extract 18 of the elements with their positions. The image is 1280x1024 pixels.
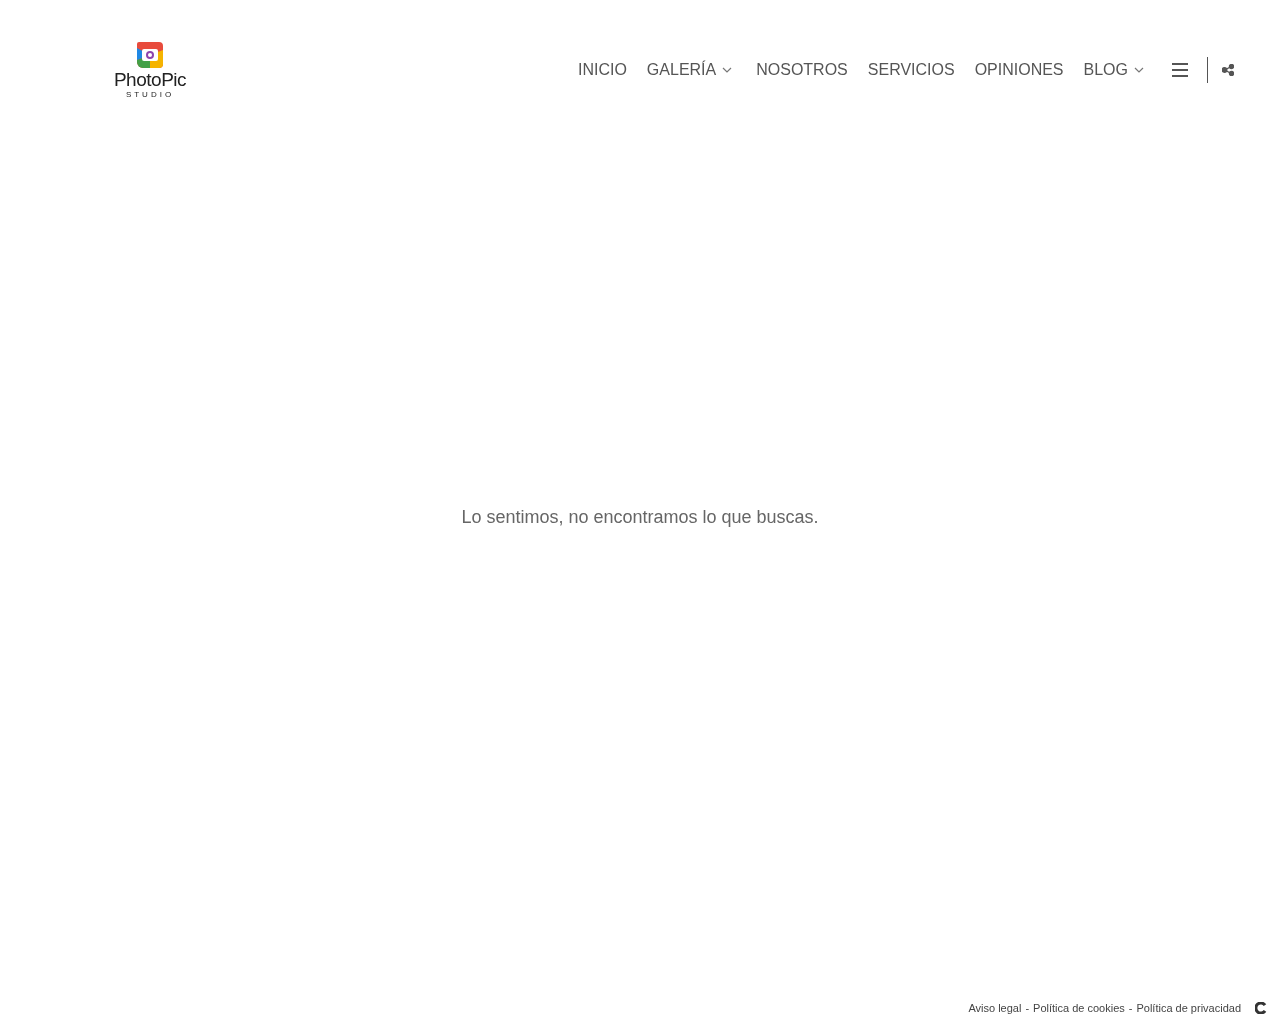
footer-link[interactable]: Aviso legal bbox=[968, 999, 1022, 1017]
nav-dropdown[interactable]: BLOG bbox=[1083, 58, 1148, 82]
footer-link[interactable]: Política de cookies bbox=[1033, 999, 1125, 1017]
nav-link[interactable]: INICIO bbox=[577, 58, 627, 82]
share-icon[interactable] bbox=[1222, 64, 1234, 76]
link-separator: - bbox=[1128, 1000, 1133, 1016]
footer-link[interactable]: Política de privacidad bbox=[1136, 999, 1241, 1017]
logo-icon[interactable] bbox=[135, 40, 165, 70]
link-separator: - bbox=[1025, 1000, 1030, 1016]
nav-link[interactable]: OPINIONES bbox=[974, 58, 1064, 82]
nav-link[interactable]: SERVICIOS bbox=[867, 58, 955, 82]
nav-link[interactable]: NOSOTROS bbox=[756, 58, 848, 82]
menu-icon[interactable] bbox=[1172, 63, 1188, 77]
logo-text[interactable]: PhotoPic bbox=[113, 70, 187, 90]
nav-dropdown[interactable]: GALERÍA bbox=[646, 58, 737, 82]
not-found-message: Lo sentimos, no encontramos lo que buscas. bbox=[461, 505, 819, 529]
c-logo-icon[interactable] bbox=[1255, 1002, 1267, 1014]
logo-tagline: STUDIO bbox=[125, 90, 175, 100]
